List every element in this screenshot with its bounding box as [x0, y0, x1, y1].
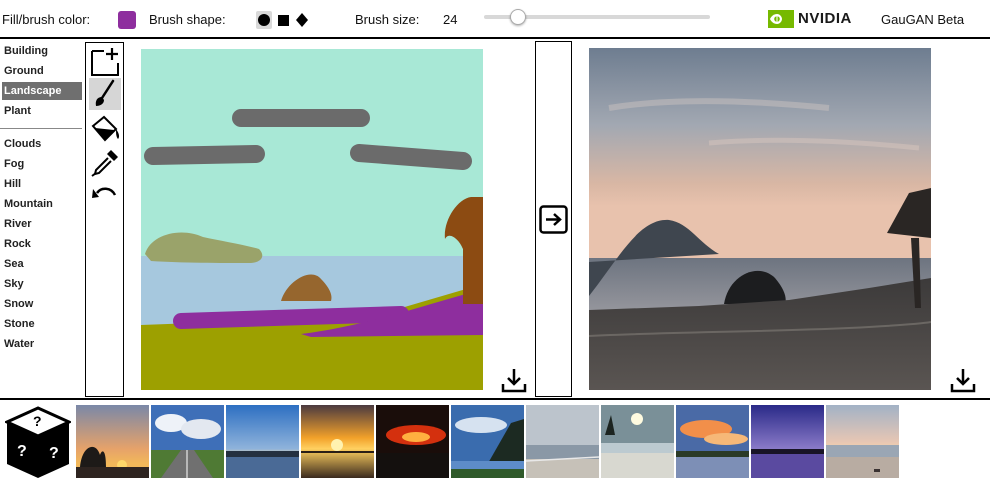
label-list: Building Ground Landscape Plant Clouds F… [0, 42, 84, 397]
brush-tool-button[interactable] [89, 78, 121, 110]
fill-color-swatch[interactable] [118, 11, 136, 29]
svg-text:?: ? [49, 445, 59, 462]
segmentation-canvas[interactable] [141, 49, 483, 390]
thumb-mountain-bay[interactable] [451, 405, 524, 478]
app-title: GauGAN Beta [881, 12, 965, 27]
label-sky[interactable]: Sky [2, 275, 82, 293]
eyedropper-icon [91, 150, 118, 177]
fill-tool-button[interactable] [89, 113, 121, 145]
svg-text:?: ? [33, 413, 42, 429]
thumb-overcast-beach[interactable] [526, 405, 599, 478]
style-strip: ? ? ? [0, 398, 990, 486]
brush-shape-square[interactable] [278, 15, 289, 26]
brand-name: NVIDIA [798, 10, 852, 27]
tool-column [85, 42, 124, 397]
download-segmentation-icon[interactable] [500, 366, 528, 394]
top-toolbar: Fill/brush color: Brush shape: Brush siz… [0, 0, 990, 39]
thumb-sunset-tree[interactable] [76, 405, 149, 478]
label-water[interactable]: Water [2, 335, 82, 353]
label-plant[interactable]: Plant [2, 102, 82, 120]
thumb-road-clouds[interactable] [151, 405, 224, 478]
generated-landscape-image [589, 48, 931, 390]
brush-size-label: Brush size: [355, 12, 420, 27]
new-canvas-button[interactable] [89, 45, 121, 77]
thumb-golden-sunset[interactable] [301, 405, 374, 478]
fill-bucket-icon [91, 115, 120, 142]
label-fog[interactable]: Fog [2, 155, 82, 173]
label-divider [0, 128, 82, 129]
thumb-orange-clouds[interactable] [676, 405, 749, 478]
label-hill[interactable]: Hill [2, 175, 82, 193]
generated-image [589, 48, 931, 390]
brush-size-value: 24 [443, 12, 458, 27]
brush-size-slider-thumb[interactable] [509, 9, 526, 25]
arrow-right-icon[interactable] [539, 205, 568, 234]
brush-shape-circle[interactable] [256, 11, 272, 29]
label-stone[interactable]: Stone [2, 315, 82, 333]
thumb-blue-dusk-lake[interactable] [226, 405, 299, 478]
thumb-purple-lake[interactable] [751, 405, 824, 478]
svg-text:?: ? [17, 443, 27, 460]
brush-icon [95, 79, 115, 106]
thumb-pastel-beach[interactable] [826, 405, 899, 478]
brush-shape-label: Brush shape: [149, 12, 226, 27]
label-landscape[interactable]: Landscape [2, 82, 82, 100]
label-clouds[interactable]: Clouds [2, 135, 82, 153]
fill-color-label: Fill/brush color: [2, 12, 91, 27]
label-mountain[interactable]: Mountain [2, 195, 82, 213]
new-canvas-icon [91, 48, 119, 76]
nvidia-logo-icon [768, 10, 794, 28]
undo-icon [92, 187, 117, 198]
download-result-icon[interactable] [949, 366, 977, 394]
label-rock[interactable]: Rock [2, 235, 82, 253]
dice-icon[interactable]: ? ? ? [5, 406, 71, 480]
label-snow[interactable]: Snow [2, 295, 82, 313]
brush-shape-diamond[interactable] [296, 13, 308, 27]
thumb-red-sunset[interactable] [376, 405, 449, 478]
eyedropper-tool-button[interactable] [89, 147, 121, 179]
label-river[interactable]: River [2, 215, 82, 233]
segmentation-drawing [141, 49, 483, 390]
circle-icon [258, 14, 270, 26]
label-sea[interactable]: Sea [2, 255, 82, 273]
label-ground[interactable]: Ground [2, 62, 82, 80]
brush-shape-picker [256, 11, 312, 29]
transfer-column [535, 41, 572, 397]
label-building[interactable]: Building [2, 42, 82, 60]
undo-button[interactable] [89, 179, 121, 211]
thumb-sun-beach[interactable] [601, 405, 674, 478]
